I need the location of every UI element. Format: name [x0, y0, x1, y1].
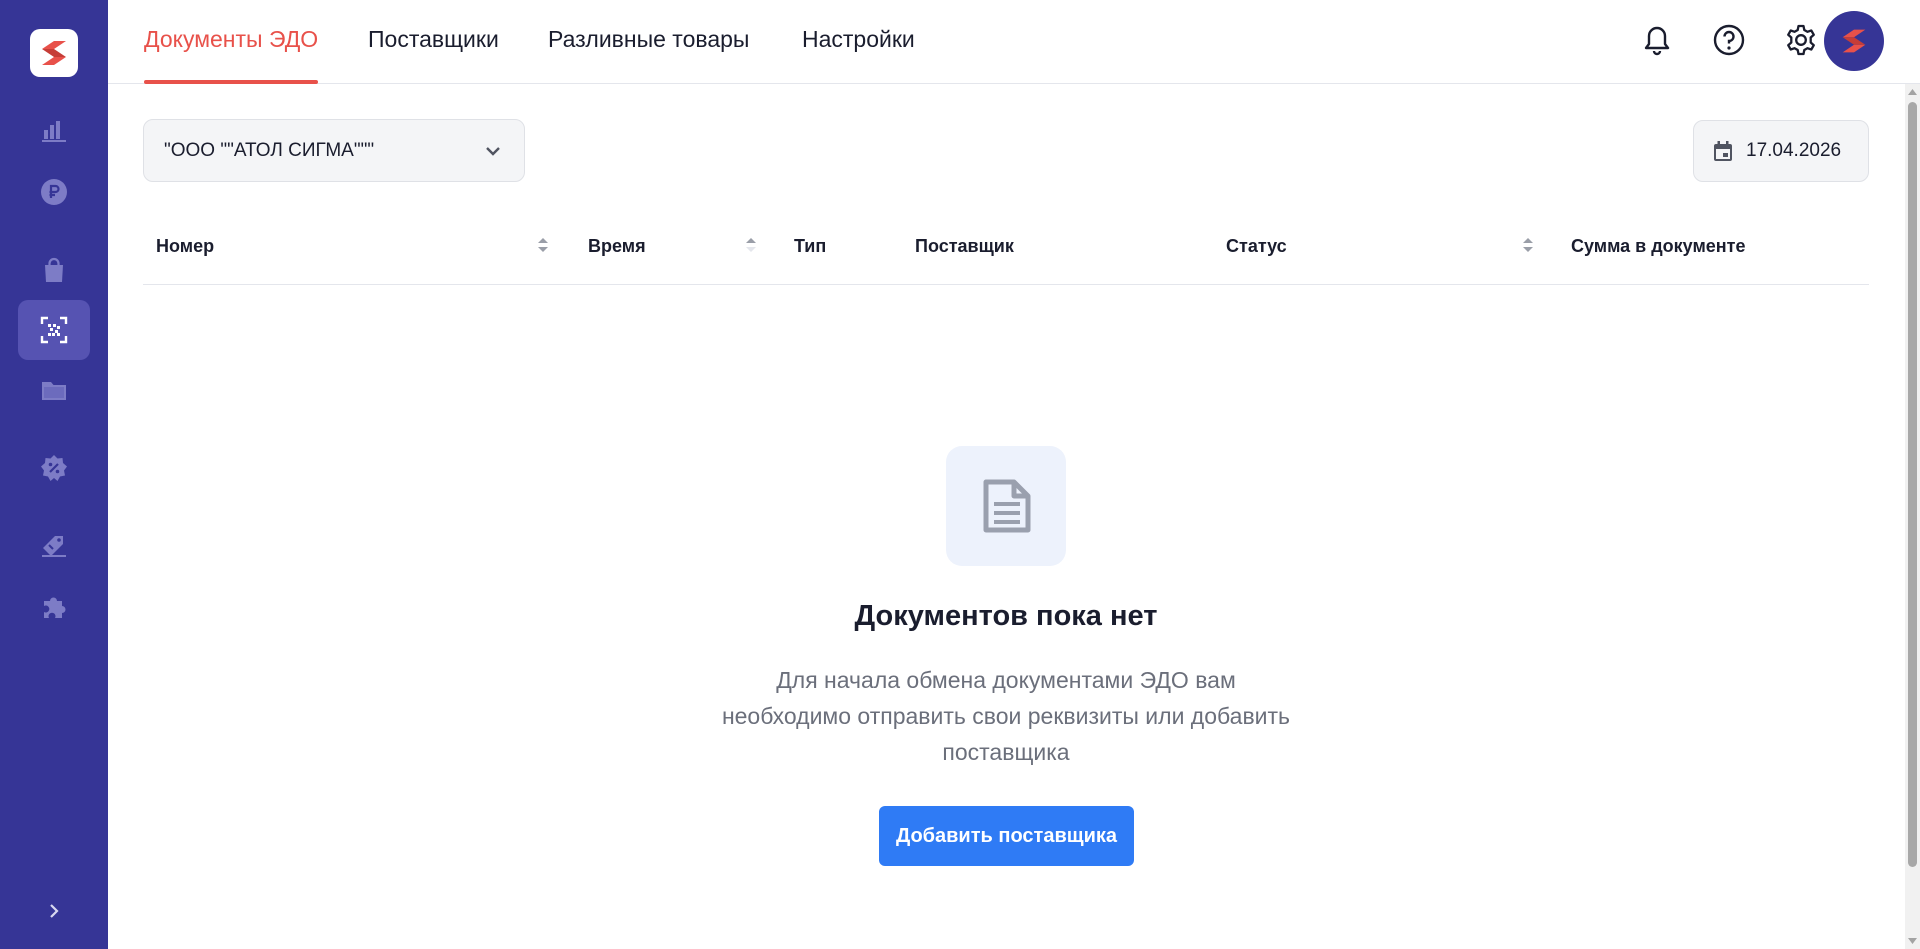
organization-value: "ООО ""АТОЛ СИГМА"""	[164, 139, 375, 161]
scroll-up-arrow[interactable]	[1908, 88, 1917, 96]
help-button[interactable]	[1709, 20, 1749, 60]
column-document-amount: Сумма в документе	[1571, 236, 1746, 256]
sidebar-item-analytics[interactable]	[18, 100, 90, 160]
tab-suppliers[interactable]: Поставщики	[368, 26, 499, 84]
bar-chart-icon	[42, 121, 66, 142]
sidebar	[0, 0, 108, 949]
help-icon	[1713, 24, 1745, 56]
column-time[interactable]: Время	[588, 236, 646, 257]
app-logo[interactable]	[30, 29, 78, 77]
sidebar-item-edo[interactable]	[18, 300, 90, 360]
date-picker[interactable]: 17.04.2026	[1693, 120, 1869, 182]
triangle-up-icon	[1908, 89, 1917, 95]
top-bar: Документы ЭДО Поставщики Разливные товар…	[108, 0, 1920, 84]
tag-edit-icon	[42, 536, 66, 557]
app-root: Документы ЭДО Поставщики Разливные товар…	[0, 0, 1920, 949]
ruble-icon	[41, 179, 67, 205]
datamatrix-scan-icon	[40, 316, 68, 344]
table-header: Номер Время Тип Поставщик Статус Сумма в…	[143, 222, 1869, 285]
notifications-button[interactable]	[1637, 20, 1677, 60]
sort-both-icon[interactable]	[536, 234, 550, 256]
discount-badge-icon	[41, 455, 67, 481]
tab-draft-goods[interactable]: Разливные товары	[548, 26, 749, 84]
sidebar-item-shop[interactable]	[18, 240, 90, 300]
settings-button[interactable]	[1781, 20, 1821, 60]
folder-icon	[42, 382, 66, 400]
scroll-down-arrow[interactable]	[1908, 937, 1917, 945]
avatar-logo-icon	[1842, 29, 1866, 53]
sidebar-item-plugins[interactable]	[18, 577, 90, 637]
tab-edo-documents[interactable]: Документы ЭДО	[144, 26, 319, 84]
document-icon	[983, 479, 1031, 533]
logo-icon	[42, 41, 66, 65]
triangle-down-icon	[1908, 938, 1917, 944]
sidebar-item-labels[interactable]	[18, 514, 90, 574]
column-type: Тип	[794, 236, 827, 256]
add-supplier-button[interactable]: Добавить поставщика	[879, 806, 1134, 866]
page-scrollbar[interactable]	[1905, 84, 1920, 949]
sidebar-item-discounts[interactable]	[18, 438, 90, 498]
sidebar-expand-button[interactable]	[38, 895, 70, 927]
tab-settings[interactable]: Настройки	[802, 26, 915, 84]
sidebar-item-files[interactable]	[18, 360, 90, 420]
date-value: 17.04.2026	[1746, 140, 1842, 161]
column-supplier: Поставщик	[915, 236, 1014, 256]
empty-state-illustration	[946, 446, 1066, 566]
empty-state-description: Для начала обмена документами ЭДО вам не…	[721, 667, 1291, 765]
sort-ascending-icon[interactable]	[744, 234, 758, 256]
chevron-down-icon	[486, 147, 500, 156]
puzzle-icon	[44, 597, 66, 618]
organization-select[interactable]: "ООО ""АТОЛ СИГМА"""	[143, 119, 525, 182]
scrollbar-thumb[interactable]	[1908, 102, 1917, 867]
user-avatar[interactable]	[1824, 11, 1884, 71]
shopping-bag-icon	[45, 257, 63, 282]
sort-both-icon[interactable]	[1521, 234, 1535, 256]
calendar-icon	[1714, 141, 1732, 161]
bell-icon	[1644, 26, 1670, 56]
chevron-right-icon	[50, 904, 59, 918]
sidebar-item-finance[interactable]	[18, 162, 90, 222]
empty-state-title: Документов пока нет	[854, 600, 1158, 632]
column-status[interactable]: Статус	[1226, 236, 1287, 257]
column-number[interactable]: Номер	[156, 236, 214, 257]
gear-icon	[1787, 24, 1815, 56]
